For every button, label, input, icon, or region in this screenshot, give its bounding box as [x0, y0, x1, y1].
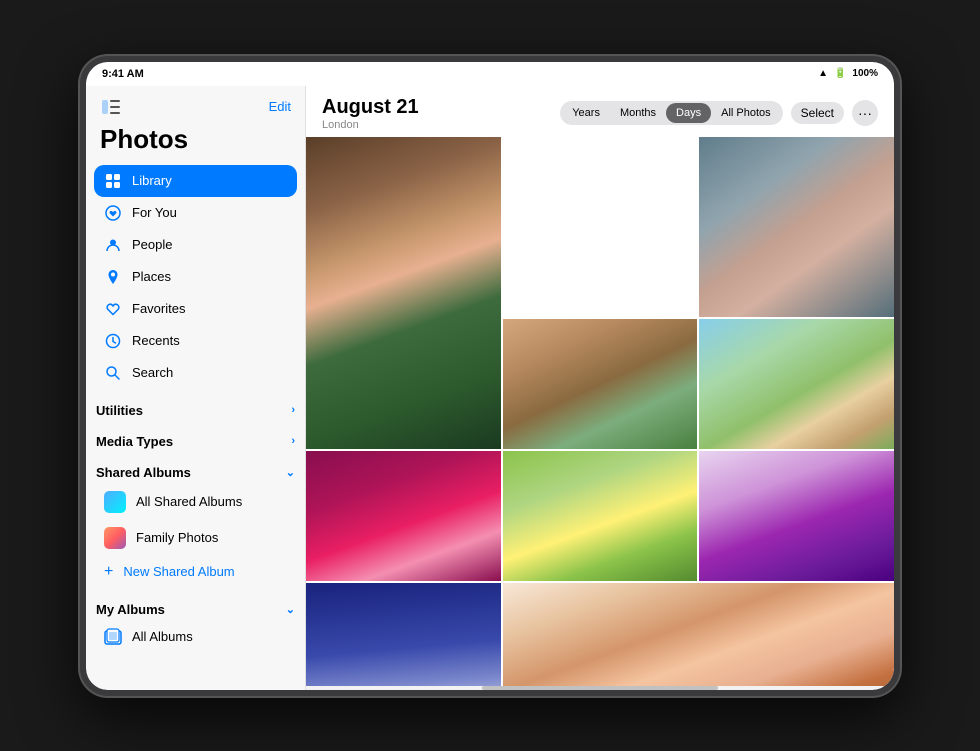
- shared-albums-group-header[interactable]: Shared Albums ⌄: [86, 453, 305, 484]
- shared-albums-section: All Shared Albums Family Photos + New Sh…: [86, 484, 305, 588]
- view-controls: Years Months Days All Photos Select ···: [560, 100, 878, 126]
- utilities-chevron: ›: [291, 404, 295, 416]
- sidebar-header: Edit: [86, 86, 305, 122]
- family-photos-label: Family Photos: [136, 530, 218, 545]
- my-albums-group-header[interactable]: My Albums ⌄: [86, 590, 305, 621]
- more-button[interactable]: ···: [852, 100, 878, 126]
- media-types-group-header[interactable]: Media Types ›: [86, 422, 305, 453]
- my-albums-section: All Albums: [86, 621, 305, 653]
- status-bar: 9:41 AM ▲ 🔋 100%: [86, 62, 894, 86]
- battery-percent: 100%: [852, 68, 878, 79]
- photo-cell-row3-left[interactable]: [306, 451, 501, 581]
- sidebar-item-for-you[interactable]: For You: [94, 197, 297, 229]
- shared-albums-label: Shared Albums: [96, 465, 191, 480]
- sidebar-item-library[interactable]: Library: [94, 165, 297, 197]
- media-types-label: Media Types: [96, 434, 173, 449]
- status-right: ▲ 🔋 100%: [818, 68, 878, 79]
- sidebar-item-recents[interactable]: Recents: [94, 325, 297, 357]
- photo-cell-row3-center[interactable]: [503, 451, 698, 581]
- sidebar-item-family-photos[interactable]: Family Photos: [94, 520, 297, 556]
- places-icon: [104, 268, 122, 286]
- recents-label: Recents: [132, 333, 180, 348]
- ipad-device: 9:41 AM ▲ 🔋 100%: [80, 56, 900, 696]
- main-content: August 21 London Years Months Days All P…: [306, 86, 894, 690]
- view-months-btn[interactable]: Months: [610, 103, 666, 123]
- scroll-thumb: [482, 686, 717, 690]
- people-label: People: [132, 237, 172, 252]
- library-label: Library: [132, 173, 172, 188]
- view-segmented-control: Years Months Days All Photos: [560, 101, 782, 125]
- photo-cell-purple-girl[interactable]: [699, 451, 894, 581]
- view-years-btn[interactable]: Years: [562, 103, 610, 123]
- date-info: August 21 London: [322, 96, 419, 131]
- search-label: Search: [132, 365, 173, 380]
- select-button[interactable]: Select: [791, 102, 844, 124]
- view-days-btn[interactable]: Days: [666, 103, 711, 123]
- sidebar: Edit Photos: [86, 86, 306, 690]
- recents-icon: [104, 332, 122, 350]
- my-albums-label: My Albums: [96, 602, 165, 617]
- places-label: Places: [132, 269, 171, 284]
- photo-cell-girl-field[interactable]: [699, 319, 894, 449]
- all-shared-thumbnail: [104, 491, 126, 513]
- people-icon: [104, 236, 122, 254]
- for-you-icon: [104, 204, 122, 222]
- utilities-label: Utilities: [96, 403, 143, 418]
- all-albums-label: All Albums: [132, 629, 193, 644]
- sidebar-title: Photos: [86, 122, 305, 165]
- all-shared-label: All Shared Albums: [136, 494, 242, 509]
- photo-cell-top-right[interactable]: [699, 137, 894, 317]
- favorites-label: Favorites: [132, 301, 185, 316]
- photo-grid: [306, 137, 894, 686]
- my-albums-chevron: ⌄: [286, 603, 295, 616]
- photo-cell-bottom-left[interactable]: [306, 583, 501, 686]
- family-photos-thumbnail: [104, 527, 126, 549]
- date-subtitle: London: [322, 119, 419, 131]
- sidebar-item-all-albums[interactable]: All Albums: [94, 621, 297, 653]
- edit-button[interactable]: Edit: [269, 99, 291, 114]
- sidebar-item-people[interactable]: People: [94, 229, 297, 261]
- date-title: August 21: [322, 96, 419, 119]
- search-icon: [104, 364, 122, 382]
- library-icon: [104, 172, 122, 190]
- new-shared-label: New Shared Album: [123, 564, 234, 579]
- sidebar-nav-section: Library For You: [86, 165, 305, 389]
- media-types-chevron: ›: [291, 435, 295, 447]
- battery-icon: 🔋: [834, 68, 846, 79]
- photo-cell-mother-child[interactable]: [503, 583, 894, 686]
- app-container: Edit Photos: [86, 86, 894, 690]
- wifi-icon: ▲: [818, 68, 828, 79]
- sidebar-item-new-shared-album[interactable]: + New Shared Album: [94, 556, 297, 588]
- scroll-indicator: [306, 686, 894, 690]
- favorites-icon: [104, 300, 122, 318]
- sidebar-item-search[interactable]: Search: [94, 357, 297, 389]
- for-you-label: For You: [132, 205, 177, 220]
- shared-albums-chevron: ⌄: [286, 466, 295, 479]
- plus-icon: +: [104, 563, 113, 581]
- sidebar-item-places[interactable]: Places: [94, 261, 297, 293]
- photo-cell-two-girls[interactable]: [503, 319, 698, 449]
- status-time: 9:41 AM: [102, 68, 144, 80]
- view-all-photos-btn[interactable]: All Photos: [711, 103, 781, 123]
- main-header: August 21 London Years Months Days All P…: [306, 86, 894, 137]
- sidebar-item-favorites[interactable]: Favorites: [94, 293, 297, 325]
- utilities-group-header[interactable]: Utilities ›: [86, 391, 305, 422]
- photo-cell-main[interactable]: [306, 137, 501, 449]
- all-albums-icon: [104, 628, 122, 646]
- sidebar-toggle-icon[interactable]: [100, 96, 122, 118]
- ipad-screen: 9:41 AM ▲ 🔋 100%: [86, 62, 894, 690]
- sidebar-item-all-shared[interactable]: All Shared Albums: [94, 484, 297, 520]
